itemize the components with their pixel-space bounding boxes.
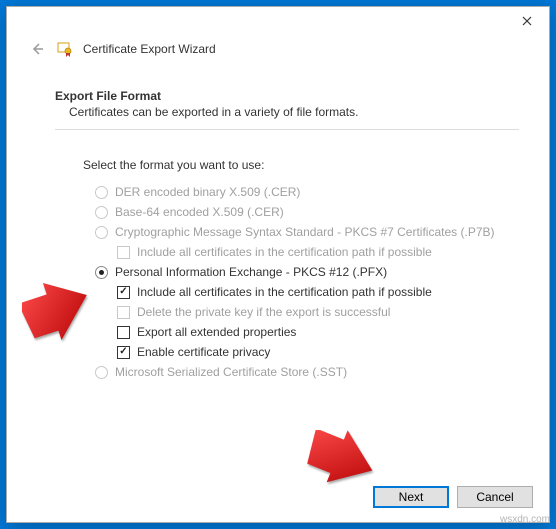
section-description: Certificates can be exported in a variet…: [69, 105, 519, 119]
certificate-icon: [57, 41, 73, 57]
option-pkcs7-include: Include all certificates in the certific…: [117, 242, 519, 262]
back-button[interactable]: [27, 39, 47, 59]
next-button[interactable]: Next: [373, 486, 449, 508]
option-label: Enable certificate privacy: [137, 345, 270, 359]
checkbox-icon: [117, 326, 130, 339]
option-label: Microsoft Serialized Certificate Store (…: [115, 365, 347, 379]
option-label: Export all extended properties: [137, 325, 296, 339]
option-der: DER encoded binary X.509 (.CER): [95, 182, 519, 202]
divider: [55, 129, 519, 130]
option-pfx-ext[interactable]: Export all extended properties: [117, 322, 519, 342]
option-pfx-include[interactable]: Include all certificates in the certific…: [117, 282, 519, 302]
option-pfx-delete: Delete the private key if the export is …: [117, 302, 519, 322]
option-label: Base-64 encoded X.509 (.CER): [115, 205, 284, 219]
option-sst: Microsoft Serialized Certificate Store (…: [95, 362, 519, 382]
radio-icon: [95, 266, 108, 279]
checkbox-icon: [117, 306, 130, 319]
option-pfx[interactable]: Personal Information Exchange - PKCS #12…: [95, 262, 519, 282]
radio-icon: [95, 366, 108, 379]
radio-icon: [95, 186, 108, 199]
format-options: DER encoded binary X.509 (.CER) Base-64 …: [95, 182, 519, 382]
close-button[interactable]: [504, 7, 549, 35]
option-pfx-privacy[interactable]: Enable certificate privacy: [117, 342, 519, 362]
wizard-window: Certificate Export Wizard Export File Fo…: [6, 6, 550, 523]
checkbox-icon: [117, 346, 130, 359]
titlebar: [7, 7, 549, 37]
watermark: wsxdn.com: [500, 514, 550, 525]
section-heading: Export File Format: [55, 89, 519, 103]
wizard-footer: Next Cancel: [7, 476, 549, 522]
radio-icon: [95, 206, 108, 219]
wizard-content: Export File Format Certificates can be e…: [7, 69, 549, 476]
format-intro: Select the format you want to use:: [83, 158, 519, 172]
option-label: DER encoded binary X.509 (.CER): [115, 185, 300, 199]
wizard-header: Certificate Export Wizard: [7, 37, 549, 69]
wizard-title: Certificate Export Wizard: [83, 42, 216, 56]
cancel-button[interactable]: Cancel: [457, 486, 533, 508]
option-label: Include all certificates in the certific…: [137, 245, 432, 259]
checkbox-icon: [117, 246, 130, 259]
option-label: Cryptographic Message Syntax Standard - …: [115, 225, 495, 239]
close-icon: [522, 16, 532, 26]
arrow-left-icon: [29, 41, 45, 57]
option-pkcs7: Cryptographic Message Syntax Standard - …: [95, 222, 519, 242]
radio-icon: [95, 226, 108, 239]
option-label: Delete the private key if the export is …: [137, 305, 390, 319]
option-base64: Base-64 encoded X.509 (.CER): [95, 202, 519, 222]
option-label: Include all certificates in the certific…: [137, 285, 432, 299]
checkbox-icon: [117, 286, 130, 299]
option-label: Personal Information Exchange - PKCS #12…: [115, 265, 387, 279]
